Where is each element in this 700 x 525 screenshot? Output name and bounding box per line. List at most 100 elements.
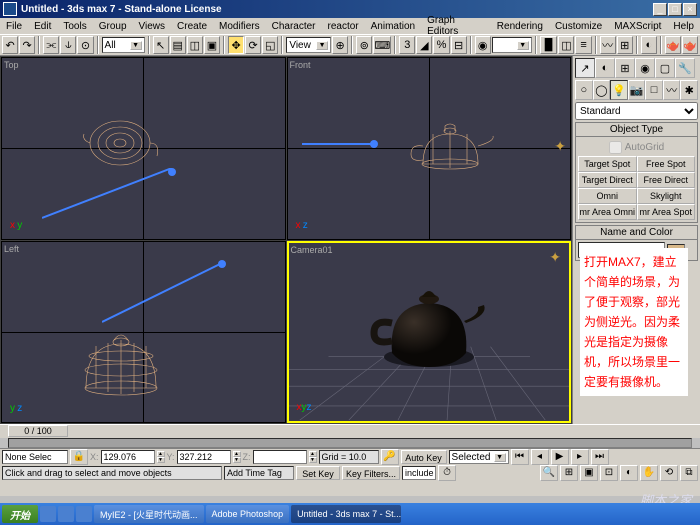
goto-start-button[interactable]: ⏮ xyxy=(511,449,529,465)
keymode-button[interactable]: ⌨ xyxy=(373,36,391,54)
window-crossing-button[interactable]: ▣ xyxy=(204,36,220,54)
material-editor-button[interactable]: ◐ xyxy=(641,36,657,54)
menu-animation[interactable]: Animation xyxy=(367,20,419,33)
minimize-button[interactable]: _ xyxy=(653,3,667,16)
transform-x-field[interactable]: 129.076 xyxy=(101,450,155,464)
pan-button[interactable]: ✋ xyxy=(640,465,658,481)
move-button[interactable]: ✥ xyxy=(228,36,244,54)
mr-area-omni-button[interactable]: mr Area Omni xyxy=(578,204,637,220)
mr-area-spot-button[interactable]: mr Area Spot xyxy=(637,204,696,220)
rollout-name-color[interactable]: Name and Color xyxy=(575,225,698,240)
key-filters-button[interactable]: Key Filters... xyxy=(342,466,400,480)
systems-subtab[interactable]: ✱ xyxy=(680,80,698,100)
menu-group[interactable]: Group xyxy=(95,20,131,33)
undo-button[interactable]: ↶ xyxy=(2,36,18,54)
close-button[interactable]: × xyxy=(683,3,697,16)
display-tab[interactable]: ▢ xyxy=(655,58,675,78)
quicklaunch-icon[interactable] xyxy=(58,506,74,522)
zoom-extents-all-button[interactable]: ⊡ xyxy=(600,465,618,481)
menu-rendering[interactable]: Rendering xyxy=(493,20,547,33)
layers-button[interactable]: ≡ xyxy=(575,36,591,54)
select-name-button[interactable]: ▤ xyxy=(170,36,186,54)
quick-render-button[interactable]: 🫖 xyxy=(682,36,698,54)
mirror-button[interactable]: ▐▌ xyxy=(540,36,558,54)
spinner-snap-button[interactable]: ⊟ xyxy=(451,36,467,54)
zoom-extents-button[interactable]: ▣ xyxy=(580,465,598,481)
start-button[interactable]: 开始 xyxy=(2,505,38,523)
menu-edit[interactable]: Edit xyxy=(30,20,55,33)
named-sel-set[interactable]: ▼ xyxy=(492,37,532,53)
create-tab[interactable]: ↗ xyxy=(575,58,595,78)
shapes-subtab[interactable]: ◯ xyxy=(593,80,611,100)
select-button[interactable]: ↖ xyxy=(153,36,169,54)
hierarchy-tab[interactable]: ⊞ xyxy=(615,58,635,78)
rollout-object-type[interactable]: Object Type xyxy=(575,122,698,137)
zoom-all-button[interactable]: ⊞ xyxy=(560,465,578,481)
viewport-front[interactable]: Front x z ✦ xyxy=(287,57,572,240)
ref-coord-system[interactable]: View▼ xyxy=(286,37,331,53)
percent-snap-button[interactable]: % xyxy=(433,36,449,54)
redo-button[interactable]: ↷ xyxy=(19,36,35,54)
taskbar-item-myie2[interactable]: MyIE2 - [火星时代动画... xyxy=(94,505,204,523)
lights-subtab[interactable]: 💡 xyxy=(610,80,628,100)
menu-character[interactable]: Character xyxy=(268,20,320,33)
arc-rotate-button[interactable]: ⟲ xyxy=(660,465,678,481)
curve-editor-button[interactable]: 〰 xyxy=(600,36,616,54)
skylight-button[interactable]: Skylight xyxy=(637,188,696,204)
quicklaunch-icon[interactable] xyxy=(76,506,92,522)
free-direct-button[interactable]: Free Direct xyxy=(637,172,696,188)
goto-end-button[interactable]: ⏭ xyxy=(591,449,609,465)
menu-help[interactable]: Help xyxy=(669,20,698,33)
scale-button[interactable]: ◱ xyxy=(262,36,278,54)
helpers-subtab[interactable]: □ xyxy=(645,80,663,100)
select-region-button[interactable]: ◫ xyxy=(187,36,203,54)
menu-tools[interactable]: Tools xyxy=(59,20,90,33)
time-slider-thumb[interactable]: 0 / 100 xyxy=(8,425,68,437)
transform-y-field[interactable]: 327.212 xyxy=(177,450,231,464)
setkey-button[interactable]: Set Key xyxy=(296,466,340,480)
rotate-button[interactable]: ⟳ xyxy=(245,36,261,54)
snap-button[interactable]: 3 xyxy=(399,36,415,54)
unlink-button[interactable]: ⫝ xyxy=(60,36,76,54)
pivot-button[interactable]: ⊕ xyxy=(332,36,348,54)
menu-grapheditors[interactable]: Graph Editors xyxy=(423,14,489,38)
cameras-subtab[interactable]: 📷 xyxy=(628,80,646,100)
viewport-top[interactable]: Top x y xyxy=(1,57,286,240)
manipulate-button[interactable]: ⊚ xyxy=(356,36,372,54)
motion-tab[interactable]: ◉ xyxy=(635,58,655,78)
schematic-button[interactable]: ⊞ xyxy=(617,36,633,54)
spacewarps-subtab[interactable]: 〰 xyxy=(663,80,681,100)
menu-maxscript[interactable]: MAXScript xyxy=(610,20,665,33)
align-button[interactable]: ◫ xyxy=(558,36,574,54)
menu-customize[interactable]: Customize xyxy=(551,20,606,33)
keyfilter-selected[interactable]: Selected▼ xyxy=(449,450,509,464)
category-dropdown[interactable]: Standard xyxy=(575,102,698,120)
render-scene-button[interactable]: 🫖 xyxy=(665,36,681,54)
selection-lock-button[interactable]: 🔒 xyxy=(70,449,88,465)
maximize-viewport-button[interactable]: ⧉ xyxy=(680,465,698,481)
viewport-left[interactable]: Left y z xyxy=(1,241,286,424)
angle-snap-button[interactable]: ◢ xyxy=(416,36,432,54)
bind-button[interactable]: ⊙ xyxy=(77,36,93,54)
omni-button[interactable]: Omni xyxy=(578,188,637,204)
fov-button[interactable]: ◐ xyxy=(620,465,638,481)
named-sets-button[interactable]: ◉ xyxy=(475,36,491,54)
time-slider[interactable]: 0 / 100 xyxy=(0,424,700,438)
prev-frame-button[interactable]: ◂ xyxy=(531,449,549,465)
modify-tab[interactable]: ◐ xyxy=(595,58,615,78)
next-frame-button[interactable]: ▸ xyxy=(571,449,589,465)
current-frame-field[interactable]: include xyxy=(402,466,436,480)
menu-create[interactable]: Create xyxy=(173,20,211,33)
quicklaunch-icon[interactable] xyxy=(40,506,56,522)
target-direct-button[interactable]: Target Direct xyxy=(578,172,637,188)
menu-views[interactable]: Views xyxy=(135,20,170,33)
selection-filter[interactable]: All▼ xyxy=(102,37,145,53)
viewport-camera[interactable]: Camera01 ✦ xyz xyxy=(287,241,572,424)
utilities-tab[interactable]: 🔧 xyxy=(675,58,695,78)
free-spot-button[interactable]: Free Spot xyxy=(637,156,696,172)
zoom-button[interactable]: 🔍 xyxy=(540,465,558,481)
play-button[interactable]: ▶ xyxy=(551,449,569,465)
track-bar[interactable] xyxy=(8,438,692,448)
maximize-button[interactable]: □ xyxy=(668,3,682,16)
key-mode-button[interactable]: 🔑 xyxy=(381,449,399,465)
